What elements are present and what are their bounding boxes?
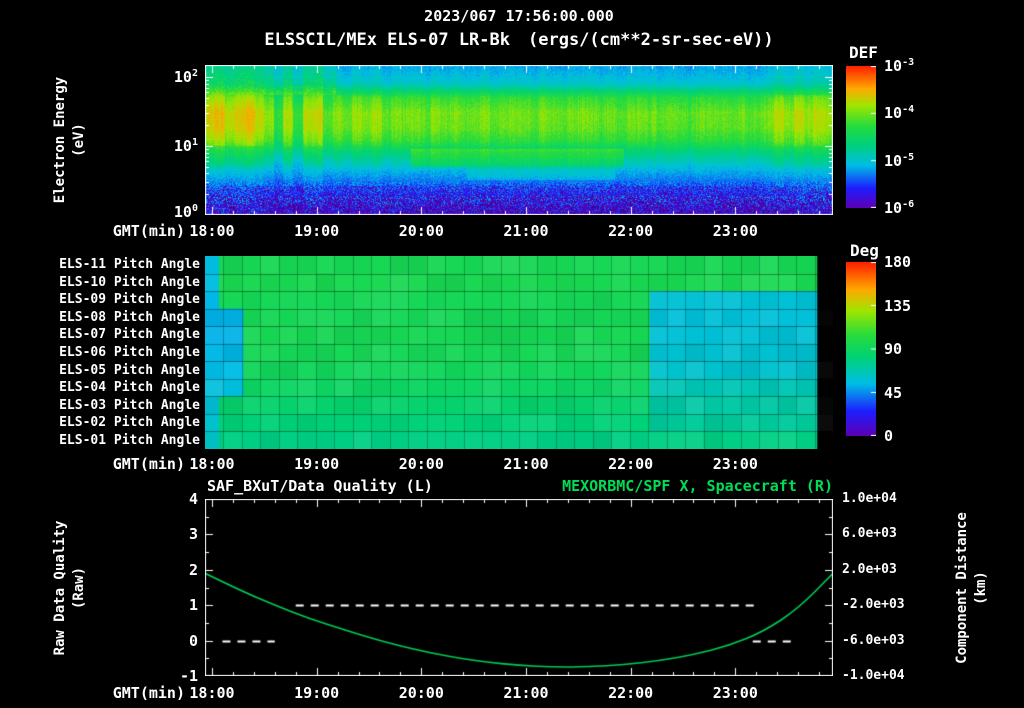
line-panel-left-axis-label-line1: Raw Data Quality [52, 520, 69, 656]
deg-colorbar-tick-label: 0 [884, 427, 894, 445]
science-plot-screen: 2023/067 17:56:00.000 ELSSCIL/MEx ELS-07… [0, 0, 1024, 708]
deg-colorbar-tick-label: 45 [884, 383, 903, 402]
x-tick-label: 19:00 [294, 684, 340, 702]
x-tick-label: 23:00 [712, 455, 758, 473]
pitch-row-label: ELS-02 Pitch Angle [59, 415, 200, 431]
x-tick-label: 21:00 [503, 222, 549, 240]
gmt-axis-label: GMT(min) [112, 455, 185, 473]
x-tick-label: 18:00 [189, 684, 235, 702]
x-tick-label: 19:00 [294, 222, 340, 240]
pitch-row-label: ELS-10 Pitch Angle [59, 274, 200, 290]
spec-y-tick-label: 100 [173, 203, 198, 221]
x-tick-label: 22:00 [608, 455, 654, 473]
pitch-row-label: ELS-09 Pitch Angle [59, 292, 200, 308]
line-panel-left-axis-label-line2: (Raw) [71, 566, 87, 610]
spectrogram-y-axis-label-line2: (eV) [71, 123, 87, 157]
x-tick-label: 18:00 [189, 455, 235, 473]
left-y-tick-label: 4 [188, 490, 198, 508]
line-panel-left-axis-label: Raw Data Quality (Raw) [51, 521, 89, 656]
deg-colorbar-tick-label: 180 [884, 253, 912, 271]
line-panel-right-axis-label-line2: (km) [973, 571, 989, 605]
pitch-row-label: ELS-11 Pitch Angle [59, 257, 200, 273]
line-panel-title-left: SAF_BXuT/Data Quality (L) [207, 477, 433, 495]
flux-units-label: (ergs/(cm**2-sr-sec-eV)) [528, 30, 774, 50]
x-tick-label: 18:00 [189, 222, 235, 240]
def-colorbar-tick-label: 10-4 [884, 104, 915, 123]
pitch-row-label: ELS-08 Pitch Angle [59, 309, 200, 325]
spec-y-tick-label: 101 [173, 137, 198, 156]
line-panel-title-right: MEXORBMC/SPF X, Spacecraft (R) [562, 477, 833, 495]
def-colorbar-tick-label: 10-3 [884, 57, 915, 75]
pitch-row-label: ELS-01 Pitch Angle [59, 432, 200, 448]
def-colorbar-tick-label: 10-6 [884, 199, 915, 217]
x-tick-label: 22:00 [608, 222, 654, 240]
x-tick-label: 22:00 [608, 684, 654, 702]
pitch-row-label: ELS-04 Pitch Angle [59, 380, 200, 396]
spec-y-tick-label: 102 [173, 68, 198, 87]
x-tick-label: 20:00 [398, 222, 444, 240]
pitch-angle-panel [205, 256, 833, 449]
def-colorbar [846, 66, 876, 208]
pitch-row-label: ELS-06 Pitch Angle [59, 345, 200, 360]
gmt-axis-label: GMT(min) [112, 684, 185, 702]
x-tick-label: 21:00 [503, 684, 549, 702]
left-y-tick-label: 3 [188, 525, 198, 544]
x-tick-label: 19:00 [294, 455, 340, 473]
right-y-tick-label: 2.0e+03 [842, 561, 897, 577]
plot-main-title: ELSSCIL/MEx ELS-07 LR-Bk (ergs/(cm**2-sr-… [105, 30, 933, 50]
deg-colorbar [846, 262, 876, 436]
x-tick-label: 20:00 [398, 684, 444, 702]
plot-datetime-title: 2023/067 17:56:00.000 [424, 7, 614, 25]
gmt-axis-label: GMT(min) [112, 222, 185, 240]
line-panel-right-axis-label-line1: Component Distance [954, 512, 971, 664]
x-tick-label: 21:00 [503, 455, 549, 473]
left-y-tick-label: 2 [188, 560, 198, 579]
right-y-tick-label: -1.0e+04 [842, 668, 905, 683]
def-colorbar-label: DEF [849, 43, 878, 62]
pitch-row-label: ELS-03 Pitch Angle [59, 397, 200, 413]
spectrogram-y-axis-label-line1: Electron Energy [52, 76, 69, 204]
deg-colorbar-tick-label: 135 [884, 296, 912, 315]
instrument-name: ELSSCIL/MEx ELS-07 LR-Bk [264, 30, 510, 50]
deg-colorbar-tick-label: 90 [884, 340, 903, 358]
pitch-row-label: ELS-05 Pitch Angle [59, 362, 200, 378]
def-colorbar-tick-label: 10-5 [884, 151, 915, 170]
deg-colorbar-label: Deg [850, 241, 879, 260]
right-y-tick-label: -2.0e+03 [842, 597, 905, 613]
x-tick-label: 23:00 [712, 222, 758, 240]
spectrogram-y-axis-label: Electron Energy (eV) [51, 77, 89, 203]
left-y-tick-label: -1 [179, 667, 198, 685]
right-y-tick-label: -6.0e+03 [842, 632, 905, 648]
electron-energy-spectrogram [205, 65, 833, 215]
right-y-tick-label: 6.0e+03 [842, 526, 897, 542]
left-y-tick-label: 1 [188, 596, 198, 615]
data-quality-distance-plot [205, 499, 833, 676]
right-y-tick-label: 1.0e+04 [842, 491, 897, 506]
x-tick-label: 23:00 [712, 684, 758, 702]
x-tick-label: 20:00 [398, 455, 444, 473]
line-panel-right-axis-label: Component Distance (km) [953, 512, 991, 664]
pitch-row-label: ELS-07 Pitch Angle [59, 327, 200, 343]
left-y-tick-label: 0 [188, 631, 198, 650]
